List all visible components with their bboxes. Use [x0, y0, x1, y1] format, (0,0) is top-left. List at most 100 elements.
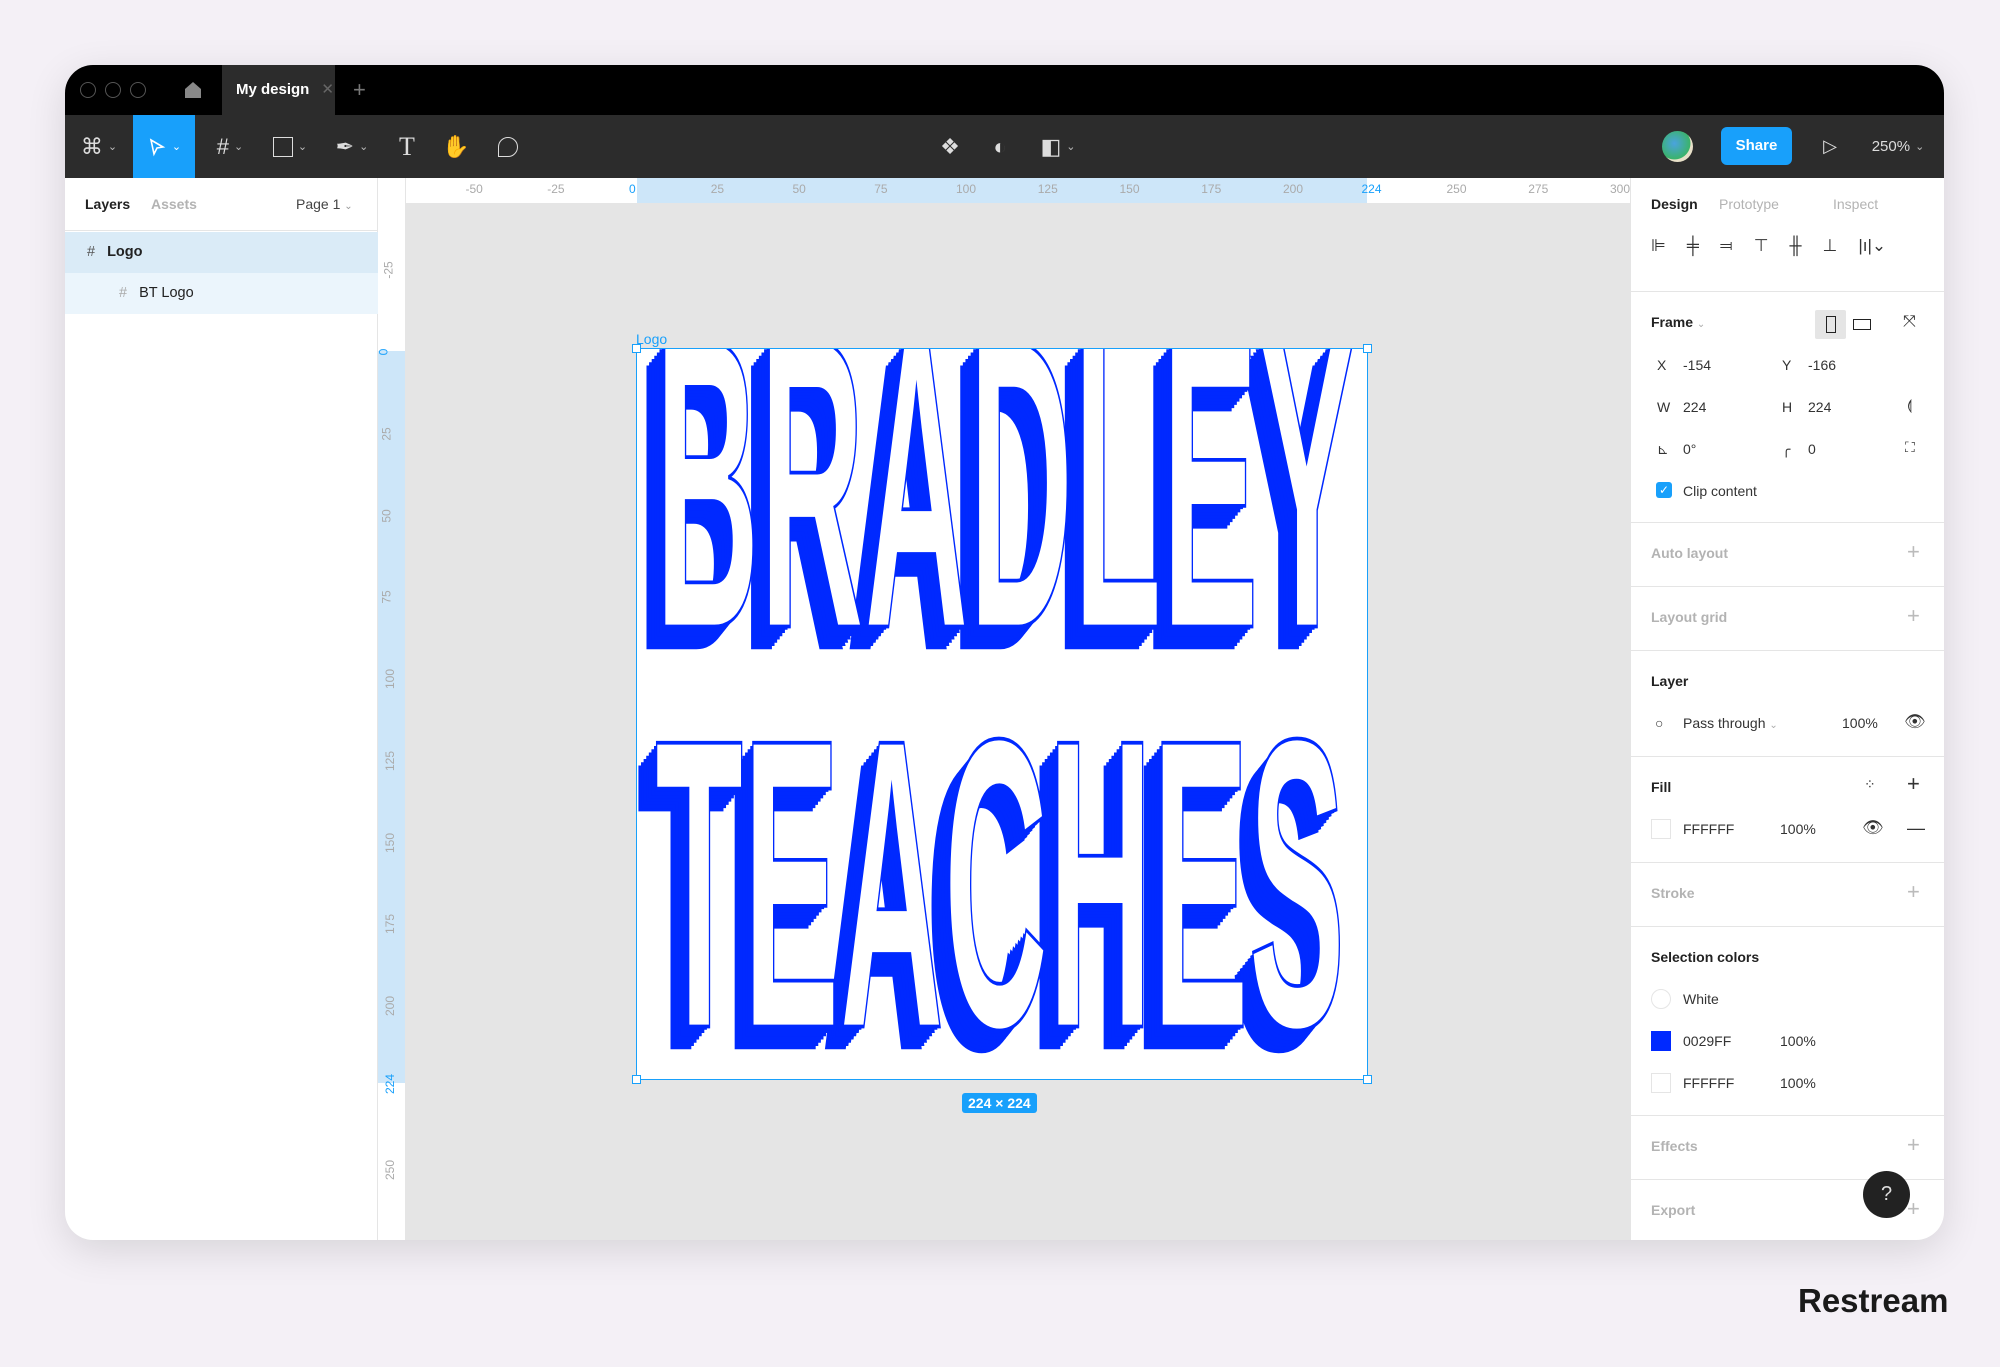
- minimize-window-button[interactable]: [105, 82, 121, 98]
- fill-section-title: Fill: [1651, 779, 1672, 795]
- comment-tool[interactable]: [491, 115, 525, 178]
- maximize-window-button[interactable]: [130, 82, 146, 98]
- align-center-h-icon[interactable]: ╪: [1687, 236, 1699, 256]
- logo-frame[interactable]: BRADLEY BRADLEY BRADLEY BRADLEY BRADLEY BRADL…: [636, 253, 1368, 1138]
- remove-fill-button[interactable]: —: [1907, 818, 1925, 839]
- resize-to-fit-icon[interactable]: ⤧: [1903, 313, 1916, 331]
- distribute-icon[interactable]: |ı|⌄: [1858, 236, 1886, 256]
- align-center-v-icon[interactable]: ╫: [1790, 236, 1802, 256]
- resize-handle-br[interactable]: [1363, 1075, 1372, 1084]
- rotation-field[interactable]: 0°: [1683, 441, 1696, 457]
- mask-button[interactable]: ◐: [983, 115, 1017, 178]
- canvas[interactable]: Logo BRADLEY BRADLEY BRADLEY BRADLEY BRADLEY…: [406, 204, 1630, 1240]
- hand-tool[interactable]: ✋: [439, 115, 473, 178]
- align-bottom-icon[interactable]: ⊥: [1823, 236, 1838, 256]
- portrait-button[interactable]: [1815, 310, 1846, 339]
- ruler-tick-label: 175: [383, 914, 398, 935]
- stroke-title: Stroke: [1651, 885, 1695, 901]
- color-hex[interactable]: FFFFFF: [1683, 1075, 1734, 1091]
- align-right-icon[interactable]: ⫤: [1720, 236, 1733, 256]
- color-swatch-blue[interactable]: [1651, 1031, 1671, 1051]
- text-tool[interactable]: T: [390, 115, 424, 178]
- align-left-icon[interactable]: ⊫: [1651, 236, 1666, 256]
- independent-corners-icon[interactable]: ⛶: [1905, 439, 1915, 456]
- fill-opacity-field[interactable]: 100%: [1780, 821, 1816, 837]
- main-menu-button[interactable]: ⌘ ⌄: [65, 115, 133, 178]
- fill-hex-field[interactable]: FFFFFF: [1683, 821, 1734, 837]
- ruler-tick-label: 50: [379, 508, 394, 523]
- layer-name: Logo: [107, 244, 143, 260]
- present-button[interactable]: ▷: [1813, 115, 1847, 178]
- frame-icon: #: [216, 133, 230, 159]
- component-button[interactable]: ❖: [933, 115, 967, 178]
- color-swatch-white[interactable]: [1651, 989, 1671, 1009]
- height-field[interactable]: 224: [1808, 399, 1831, 415]
- resize-handle-bl[interactable]: [632, 1075, 641, 1084]
- clip-content-checkbox[interactable]: ✓: [1656, 482, 1672, 498]
- avatar[interactable]: [1662, 131, 1693, 162]
- effects-title: Effects: [1651, 1138, 1698, 1154]
- contrast-icon: ◐: [993, 133, 1007, 159]
- close-tab-icon[interactable]: ✕: [321, 81, 334, 98]
- page-selector[interactable]: Page 1 ⌄: [296, 196, 353, 212]
- tab-design[interactable]: Design: [1651, 196, 1698, 212]
- help-button[interactable]: ?: [1863, 1171, 1910, 1218]
- styles-icon[interactable]: ⁘: [1864, 776, 1876, 793]
- tab-assets[interactable]: Assets: [151, 196, 197, 212]
- tab-inspect[interactable]: Inspect: [1833, 196, 1878, 212]
- rectangle-icon: [272, 136, 293, 157]
- landscape-button[interactable]: [1853, 319, 1871, 330]
- vertical-ruler: -25 0 25 50 75 100 125 150 175 200 224 250: [376, 178, 406, 1240]
- frame-section-title[interactable]: Frame ⌄: [1651, 314, 1705, 330]
- resize-handle-tl[interactable]: [632, 344, 641, 353]
- home-icon[interactable]: [183, 80, 203, 100]
- width-field[interactable]: 224: [1683, 399, 1706, 415]
- blend-mode-dropdown[interactable]: Pass through ⌄: [1683, 715, 1778, 731]
- constrain-proportions-icon[interactable]: ⟬: [1907, 397, 1912, 414]
- boolean-button[interactable]: ◧ ⌄: [1035, 115, 1081, 178]
- fill-eye-icon[interactable]: 👁: [1862, 818, 1884, 838]
- ruler-tick-label: 224: [1361, 182, 1382, 196]
- tab-layers[interactable]: Layers: [85, 196, 130, 212]
- add-effect-button[interactable]: +: [1907, 1132, 1920, 1158]
- page-name: Page 1: [296, 196, 341, 212]
- pen-tool[interactable]: ✒ ⌄: [327, 115, 377, 178]
- add-stroke-button[interactable]: +: [1907, 879, 1920, 905]
- layer-item-logo[interactable]: # Logo: [65, 232, 378, 273]
- align-top-icon[interactable]: ⊤: [1754, 236, 1769, 256]
- tab-prototype[interactable]: Prototype: [1719, 196, 1779, 212]
- ruler-tick-label: 175: [1201, 182, 1222, 196]
- horizontal-ruler: -50 -25 0 25 50 75 100 125 150 175 200 224 250 275 300: [406, 178, 1630, 204]
- ruler-tick-label: 100: [383, 668, 398, 690]
- boolean-icon: ◧: [1040, 133, 1062, 159]
- color-swatch-ffffff[interactable]: [1651, 1073, 1671, 1093]
- ruler-tick-label: 25: [379, 427, 394, 441]
- color-opacity[interactable]: 100%: [1780, 1033, 1816, 1049]
- new-tab-button[interactable]: +: [353, 77, 366, 103]
- layer-section-title: Layer: [1651, 673, 1689, 689]
- zoom-dropdown[interactable]: 250% ⌄: [1865, 115, 1931, 178]
- add-layout-grid-button[interactable]: +: [1907, 603, 1920, 629]
- ruler-tick-label: 275: [1528, 182, 1549, 196]
- eye-icon[interactable]: 👁: [1904, 712, 1926, 732]
- corner-radius-field[interactable]: 0: [1808, 441, 1816, 457]
- share-button[interactable]: Share: [1721, 127, 1792, 165]
- color-opacity[interactable]: 100%: [1780, 1075, 1816, 1091]
- resize-handle-tr[interactable]: [1363, 344, 1372, 353]
- close-window-button[interactable]: [80, 82, 96, 98]
- tab-my-design[interactable]: My design ✕: [222, 65, 335, 115]
- layers-panel: Layers Assets Page 1 ⌄ # Logo # BT Logo: [65, 178, 378, 1240]
- add-fill-button[interactable]: +: [1907, 771, 1920, 797]
- add-auto-layout-button[interactable]: +: [1907, 539, 1920, 565]
- shape-tool[interactable]: ⌄: [265, 115, 315, 178]
- fill-swatch[interactable]: [1651, 819, 1671, 839]
- move-tool[interactable]: ⌄: [133, 115, 195, 178]
- layer-item-bt-logo[interactable]: # BT Logo: [65, 273, 378, 314]
- frame-tool[interactable]: # ⌄: [205, 115, 255, 178]
- layer-opacity-field[interactable]: 100%: [1842, 715, 1878, 731]
- x-field[interactable]: -154: [1683, 357, 1711, 373]
- figma-icon: ⌘: [80, 133, 103, 159]
- color-hex[interactable]: 0029FF: [1683, 1033, 1731, 1049]
- y-field[interactable]: -166: [1808, 357, 1836, 373]
- title-bar: My design ✕ +: [65, 65, 1944, 115]
